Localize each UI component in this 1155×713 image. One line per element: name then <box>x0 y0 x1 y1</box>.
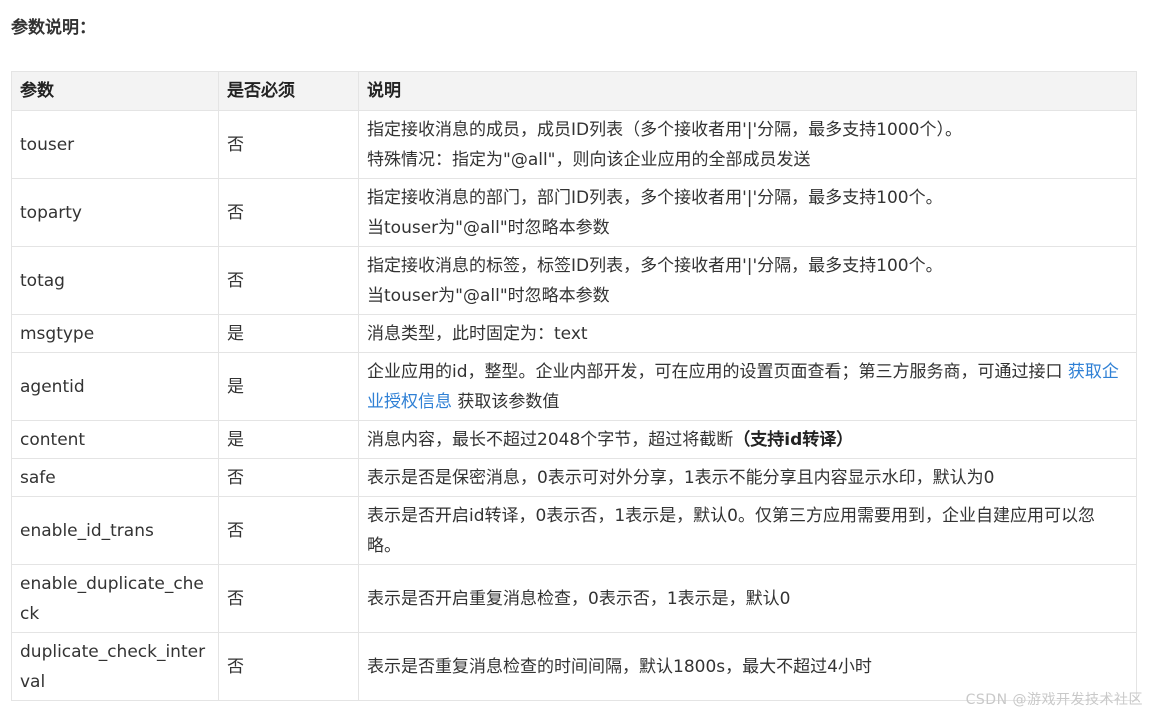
parameter-table: 参数 是否必须 说明 touser 否 指定接收消息的成员，成员ID列表（多个接… <box>11 71 1137 701</box>
table-row-enable-id-trans: enable_id_trans 否 表示是否开启id转译，0表示否，1表示是，默… <box>11 496 1137 565</box>
section-title: 参数说明： <box>11 18 96 38</box>
param-description: 消息内容，最长不超过2048个字节，超过将截断（支持id转译） <box>358 420 1137 459</box>
param-description: 表示是否开启id转译，0表示否，1表示是，默认0。仅第三方应用需要用到，企业自建… <box>358 496 1137 565</box>
description-line: 特殊情况：指定为"@all"，则向该企业应用的全部成员发送 <box>367 149 811 170</box>
param-name: enable_duplicate_check <box>11 564 219 633</box>
param-description: 表示是否开启重复消息检查，0表示否，1表示是，默认0 <box>358 564 1137 633</box>
param-required: 是 <box>218 420 359 459</box>
description-text: 获取该参数值 <box>452 391 560 412</box>
table-row-safe: safe 否 表示是否是保密消息，0表示可对外分享，1表示不能分享且内容显示水印… <box>11 458 1137 497</box>
description-line: 当touser为"@all"时忽略本参数 <box>367 285 610 306</box>
table-row-enable-duplicate-check: enable_duplicate_check 否 表示是否开启重复消息检查，0表… <box>11 564 1137 633</box>
param-description: 指定接收消息的部门，部门ID列表，多个接收者用'|'分隔，最多支持100个。 当… <box>358 178 1137 247</box>
description-text: 企业应用的id，整型。企业内部开发，可在应用的设置页面查看；第三方服务商，可通过… <box>367 361 1068 382</box>
table-row-agentid: agentid 是 企业应用的id，整型。企业内部开发，可在应用的设置页面查看；… <box>11 352 1137 421</box>
param-name: msgtype <box>11 314 219 353</box>
param-name: content <box>11 420 219 459</box>
param-name: duplicate_check_interval <box>11 632 219 701</box>
param-description: 企业应用的id，整型。企业内部开发，可在应用的设置页面查看；第三方服务商，可通过… <box>358 352 1137 421</box>
param-description: 消息类型，此时固定为：text <box>358 314 1137 353</box>
param-required: 是 <box>218 314 359 353</box>
param-description: 表示是否是保密消息，0表示可对外分享，1表示不能分享且内容显示水印，默认为0 <box>358 458 1137 497</box>
param-description: 指定接收消息的标签，标签ID列表，多个接收者用'|'分隔，最多支持100个。 当… <box>358 246 1137 315</box>
param-required: 否 <box>218 178 359 247</box>
description-bold-note: （支持id转译） <box>733 429 854 450</box>
table-row-content: content 是 消息内容，最长不超过2048个字节，超过将截断（支持id转译… <box>11 420 1137 459</box>
param-required: 是 <box>218 352 359 421</box>
param-name: touser <box>11 110 219 179</box>
param-required: 否 <box>218 246 359 315</box>
description-line: 指定接收消息的部门，部门ID列表，多个接收者用'|'分隔，最多支持100个。 <box>367 187 943 208</box>
param-description: 指定接收消息的成员，成员ID列表（多个接收者用'|'分隔，最多支持1000个）。… <box>358 110 1137 179</box>
param-name: safe <box>11 458 219 497</box>
header-description: 说明 <box>358 71 1137 111</box>
description-line: 指定接收消息的标签，标签ID列表，多个接收者用'|'分隔，最多支持100个。 <box>367 255 943 276</box>
description-line: 当touser为"@all"时忽略本参数 <box>367 217 610 238</box>
table-row-msgtype: msgtype 是 消息类型，此时固定为：text <box>11 314 1137 353</box>
param-name: enable_id_trans <box>11 496 219 565</box>
header-param: 参数 <box>11 71 219 111</box>
header-required: 是否必须 <box>218 71 359 111</box>
table-header-row: 参数 是否必须 说明 <box>11 71 1137 111</box>
table-row-totag: totag 否 指定接收消息的标签，标签ID列表，多个接收者用'|'分隔，最多支… <box>11 246 1137 315</box>
param-required: 否 <box>218 458 359 497</box>
table-row-toparty: toparty 否 指定接收消息的部门，部门ID列表，多个接收者用'|'分隔，最… <box>11 178 1137 247</box>
param-required: 否 <box>218 110 359 179</box>
param-required: 否 <box>218 496 359 565</box>
param-name: agentid <box>11 352 219 421</box>
param-name: toparty <box>11 178 219 247</box>
param-name: totag <box>11 246 219 315</box>
param-required: 否 <box>218 564 359 633</box>
table-row-touser: touser 否 指定接收消息的成员，成员ID列表（多个接收者用'|'分隔，最多… <box>11 110 1137 179</box>
csdn-watermark: CSDN @游戏开发技术社区 <box>965 692 1143 708</box>
description-text: 消息内容，最长不超过2048个字节，超过将截断 <box>367 429 734 450</box>
description-line: 指定接收消息的成员，成员ID列表（多个接收者用'|'分隔，最多支持1000个）。 <box>367 119 962 140</box>
param-required: 否 <box>218 632 359 701</box>
